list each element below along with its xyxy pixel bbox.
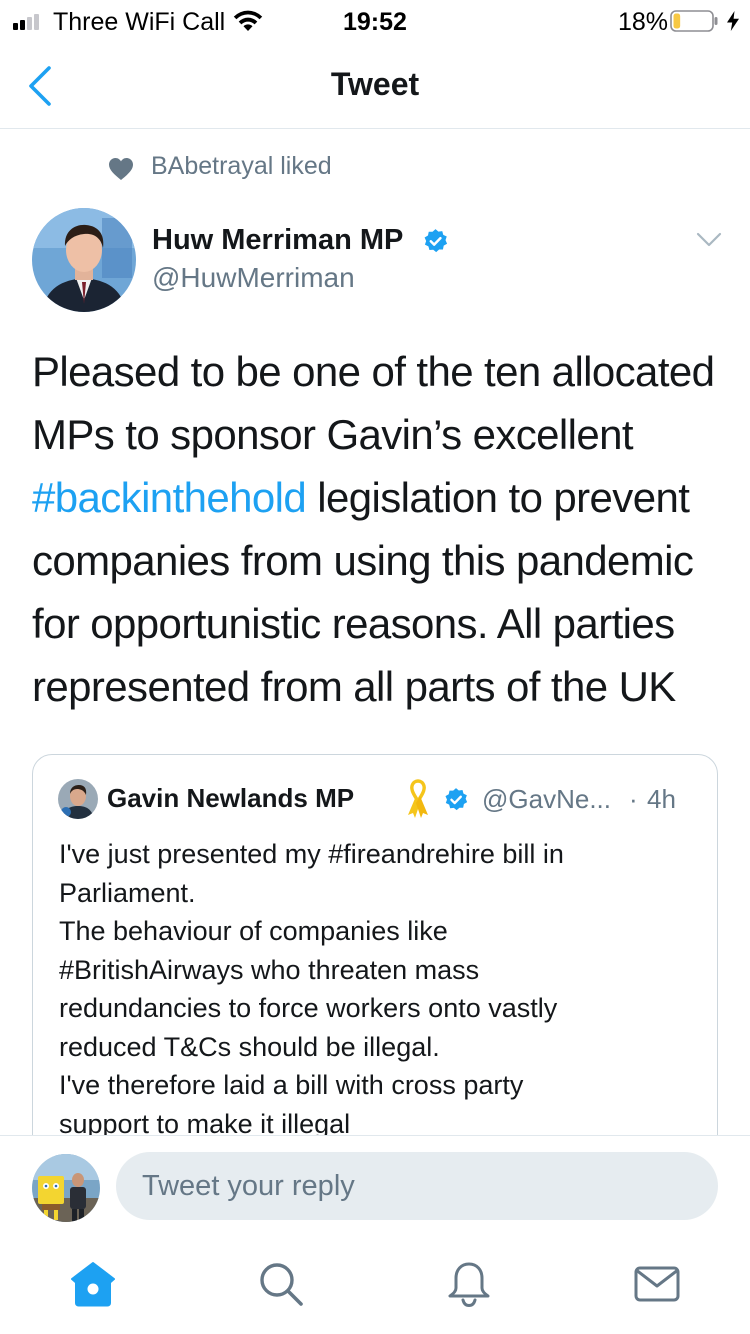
tweet-text-segment: companies from using this pandemic [32,537,694,584]
tweet-text-line: represented from all parts of the UK [32,655,722,718]
heart-icon [109,158,133,180]
battery-percent: 18% [618,8,669,36]
wifi-icon [233,10,263,31]
tab-notifications[interactable] [444,1259,494,1309]
bottom-tab-bar [0,1245,750,1334]
tweet-text-line: Pleased to be one of the ten allocated [32,340,722,403]
reply-composer-bar [0,1135,750,1246]
tab-messages[interactable] [632,1259,682,1309]
charging-bolt-icon [727,11,739,31]
tab-search[interactable] [256,1259,306,1309]
author-name[interactable]: Huw Merriman MP [152,224,403,257]
quoted-tweet-text: I've just presented my #fireandrehire bi… [59,835,699,1143]
yellow-ribbon-icon [408,779,428,818]
navigation-bar: Tweet [0,44,750,129]
more-options-button[interactable] [694,230,724,250]
tweet-text-line: MPs to sponsor Gavin’s excellent [32,403,722,466]
status-time: 19:52 [343,8,407,36]
quoted-text-line: I've just presented my #fireandrehire bi… [59,839,564,869]
quoted-author-photo [58,779,98,819]
battery-icon [670,10,718,32]
tweet-text-line: for opportunistic reasons. All parties [32,592,722,655]
current-user-photo [32,1154,100,1222]
quoted-text-line: Parliament. [59,877,196,908]
quoted-text-line: The behaviour of companies like [59,916,448,946]
tweet-text-segment: represented from all parts of the UK [32,663,676,710]
tweet-text-line: #backinthehold legislation to prevent [32,466,722,529]
carrier-name: Three WiFi Call [53,8,226,36]
page-title: Tweet [330,66,420,102]
quoted-text-line: #BritishAirways who threaten mass [59,954,480,985]
tweet-text: Pleased to be one of the ten allocated MP… [32,340,722,718]
liked-by-text[interactable]: BAbetrayal liked [151,152,332,181]
tweet-text-line: companies from using this pandemic [32,529,722,592]
chevron-down-icon [696,232,722,247]
current-user-avatar[interactable] [32,1154,100,1222]
signal-icon [13,14,39,30]
tweet-text-segment: legislation to prevent [306,474,690,521]
status-bar: Three WiFi Call 19:52 18% [0,0,750,44]
tweet-text-segment: Pleased to be one of the ten allocated [32,348,715,395]
quoted-author-avatar [58,779,98,819]
bell-icon [448,1262,490,1308]
search-icon [260,1263,303,1306]
quoted-tweet-card[interactable]: Gavin Newlands MP @GavNe... · 4h I've ju… [32,754,718,1176]
quoted-text-line: I've therefore laid a bill with cross pa… [59,1070,524,1100]
author-avatar[interactable] [32,208,136,312]
quoted-text-line: redundancies to force workers onto vastl… [59,993,558,1023]
home-icon [71,1262,115,1307]
meta-separator: · [629,784,638,814]
tab-home[interactable] [68,1259,118,1309]
mail-icon [634,1266,680,1302]
quoted-author-handle: @GavNe... [482,784,611,814]
author-photo [32,208,136,312]
verified-badge-icon [424,229,448,253]
reply-input[interactable] [116,1152,718,1220]
tweet-text-segment: for opportunistic reasons. All parties [32,600,675,647]
tweet-text-segment: MPs to sponsor Gavin’s excellent [32,411,634,458]
quoted-text-line: reduced T&Cs should be illegal. [59,1031,440,1062]
author-handle[interactable]: @HuwMerriman [152,262,355,294]
verified-badge-icon [445,788,468,811]
hashtag-link[interactable]: #backinthehold [32,474,307,521]
quoted-timestamp: 4h [647,784,676,814]
quoted-author-name: Gavin Newlands MP [107,783,355,813]
